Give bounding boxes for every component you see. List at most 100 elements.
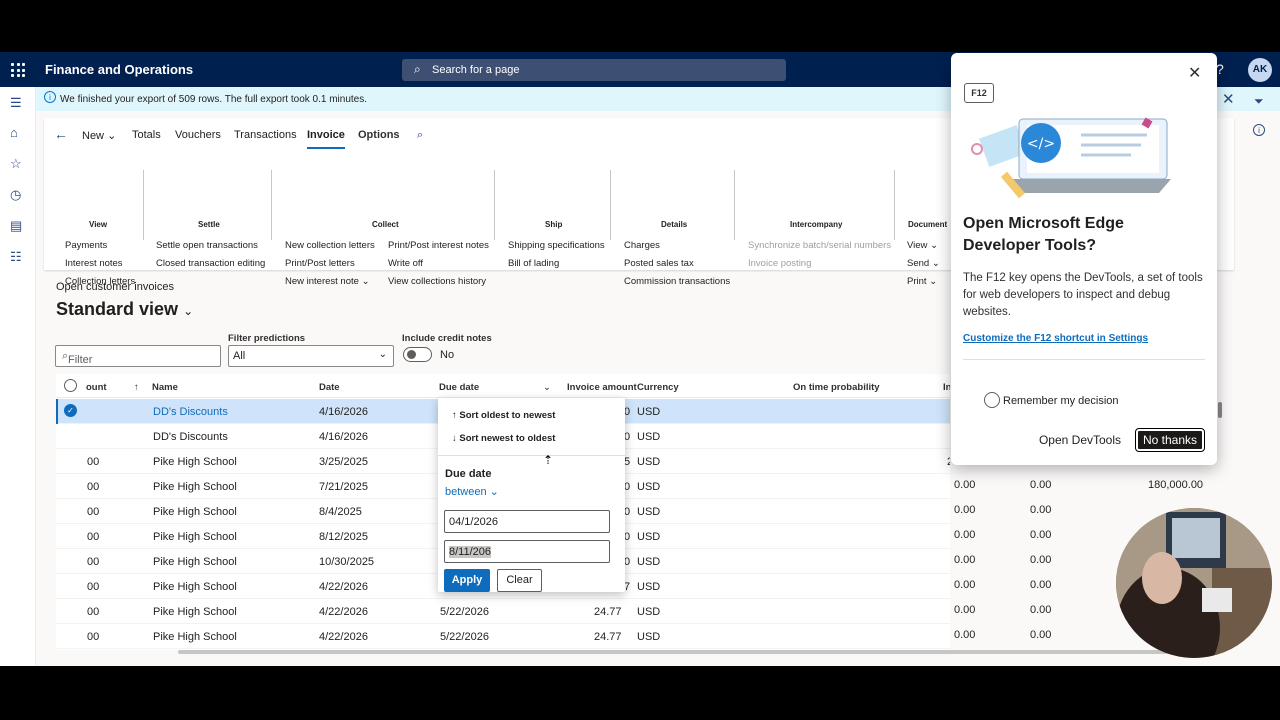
collections-history-button[interactable]: View collections history [388, 276, 486, 287]
vertical-scrollbar[interactable] [1218, 402, 1222, 418]
cell-col2: 0.00 [1030, 504, 1052, 516]
tab-options[interactable]: Options [358, 129, 400, 141]
settle-open-button[interactable]: Settle open transactions [156, 240, 258, 251]
sort-descending-item[interactable]: ↓ Sort newest to oldest [452, 433, 555, 444]
new-interest-note-button[interactable]: New interest note ⌄ [285, 276, 370, 287]
devtools-illustration-icon: </> [971, 117, 1171, 199]
cell-currency: USD [637, 506, 661, 518]
cell-col1: 0.00 [954, 504, 976, 516]
filter-input[interactable]: ⌕ Filter [55, 345, 221, 367]
select-all-radio[interactable] [64, 379, 77, 392]
sort-ascending-item[interactable]: ↑ Sort oldest to newest [452, 410, 555, 421]
info-pane-icon[interactable]: i [1253, 124, 1265, 136]
invoice-posting-button[interactable]: Invoice posting [748, 258, 811, 269]
no-thanks-button[interactable]: No thanks [1135, 428, 1205, 452]
header-currency[interactable]: Currency [637, 382, 679, 393]
shipping-specs-button[interactable]: Shipping specifications [508, 240, 605, 251]
charges-button[interactable]: Charges [624, 240, 660, 251]
cell-date: 8/12/2025 [319, 531, 368, 543]
header-account[interactable]: ount [86, 382, 107, 393]
cell-currency: USD [637, 481, 661, 493]
list-icon[interactable]: ☷ [10, 249, 22, 265]
closed-editing-button[interactable]: Closed transaction editing [156, 258, 265, 269]
print-post-letters-button[interactable]: Print/Post letters [285, 258, 355, 269]
header-on-time[interactable]: On time probability [793, 382, 880, 393]
cell-account: 00 [87, 556, 100, 568]
new-collection-letters-button[interactable]: New collection letters [285, 240, 375, 251]
cell-due: 5/22/2026 [440, 606, 489, 618]
print-post-interest-button[interactable]: Print/Post interest notes [388, 240, 489, 251]
header-more[interactable]: In [943, 382, 950, 393]
payments-button[interactable]: Payments [65, 240, 107, 251]
cell-currency: USD [637, 431, 661, 443]
hamburger-icon[interactable]: ☰ [10, 95, 22, 111]
chevron-down-icon: ⌄ [931, 258, 940, 269]
workspace-icon[interactable]: ▤ [10, 218, 22, 234]
row-select-radio[interactable]: ✓ [64, 404, 77, 417]
header-due-date[interactable]: Due date [439, 382, 479, 393]
star-icon[interactable]: ☆ [10, 156, 22, 172]
divider [494, 170, 495, 240]
tab-totals[interactable]: Totals [132, 129, 161, 141]
cell-amount: 24.77 [594, 631, 622, 643]
to-date-input[interactable]: 8/11/206 [444, 540, 610, 563]
cell-col1: 0.00 [954, 479, 976, 491]
group-collect-head: Collect [372, 220, 399, 229]
chevron-down-icon[interactable]: ⌄ [543, 382, 551, 393]
credit-notes-value: No [440, 349, 455, 361]
header-invoice-amount[interactable]: Invoice amount [567, 382, 637, 393]
cell-col2: 0.00 [1030, 579, 1052, 591]
home-icon[interactable]: ⌂ [10, 125, 18, 140]
tab-new[interactable]: New ⌄ [82, 129, 116, 142]
clock-icon[interactable]: ◷ [10, 187, 21, 203]
cell-date: 4/22/2026 [319, 631, 368, 643]
tab-invoice[interactable]: Invoice [307, 129, 345, 149]
close-icon[interactable]: ✕ [1222, 90, 1235, 108]
tab-vouchers[interactable]: Vouchers [175, 129, 221, 141]
document-view-button[interactable]: View ⌄ [907, 240, 938, 251]
tab-transactions[interactable]: Transactions [234, 129, 297, 141]
document-send-button[interactable]: Send ⌄ [907, 258, 940, 269]
cell-name[interactable]: DD's Discounts [153, 406, 228, 418]
app-launcher-icon[interactable] [11, 63, 25, 77]
presenter-video-icon [1116, 508, 1272, 658]
open-devtools-button[interactable]: Open DevTools [1033, 428, 1127, 452]
bill-of-lading-button[interactable]: Bill of lading [508, 258, 559, 269]
table-row[interactable]: 00 Pike High School 4/22/2026 5/22/2026 … [56, 624, 950, 649]
credit-notes-toggle[interactable] [403, 347, 432, 362]
filter-icon[interactable]: ⏷ [1254, 94, 1264, 109]
from-date-input[interactable]: 04/1/2026 [444, 510, 610, 533]
sort-arrow-icon: ↑ [134, 382, 139, 393]
document-print-button[interactable]: Print ⌄ [907, 276, 937, 287]
table-row[interactable]: 00 Pike High School 4/22/2026 5/22/2026 … [56, 599, 950, 624]
horizontal-scrollbar[interactable] [178, 650, 1198, 654]
cell-currency: USD [637, 631, 661, 643]
back-arrow-icon[interactable]: ← [54, 126, 68, 142]
header-date[interactable]: Date [319, 382, 340, 393]
predictions-select[interactable]: All ⌄ [228, 345, 394, 367]
remember-decision-radio[interactable] [984, 392, 1000, 408]
group-view-head: View [89, 220, 108, 229]
remember-decision-label: Remember my decision [1003, 395, 1119, 407]
cell-account: 00 [87, 606, 100, 618]
customize-shortcut-link[interactable]: Customize the F12 shortcut in Settings [963, 333, 1148, 344]
search-icon[interactable]: ⌕ [417, 129, 423, 142]
search-icon: ⌕ [414, 62, 421, 76]
help-icon[interactable]: ? [1216, 61, 1224, 77]
apply-button[interactable]: Apply [444, 569, 490, 592]
filter-placeholder: ⌕ Filter [62, 350, 93, 366]
clear-button[interactable]: Clear [497, 569, 542, 592]
predictions-label: Filter predictions [228, 333, 306, 344]
synchronize-batch-button[interactable]: Synchronize batch/serial numbers [748, 240, 891, 251]
page-search-input[interactable]: ⌕ Search for a page [402, 59, 786, 81]
interest-notes-button[interactable]: Interest notes [65, 258, 123, 269]
write-off-button[interactable]: Write off [388, 258, 423, 269]
commission-button[interactable]: Commission transactions [624, 276, 730, 287]
avatar[interactable]: AK [1248, 58, 1272, 82]
close-icon[interactable]: ✕ [1188, 63, 1201, 83]
due-date-filter-label: Due date [445, 468, 492, 480]
posted-tax-button[interactable]: Posted sales tax [624, 258, 694, 269]
header-name[interactable]: Name [152, 382, 178, 393]
view-selector[interactable]: Standard view ⌄ [56, 299, 193, 320]
operator-dropdown[interactable]: between ⌄ [445, 485, 499, 498]
